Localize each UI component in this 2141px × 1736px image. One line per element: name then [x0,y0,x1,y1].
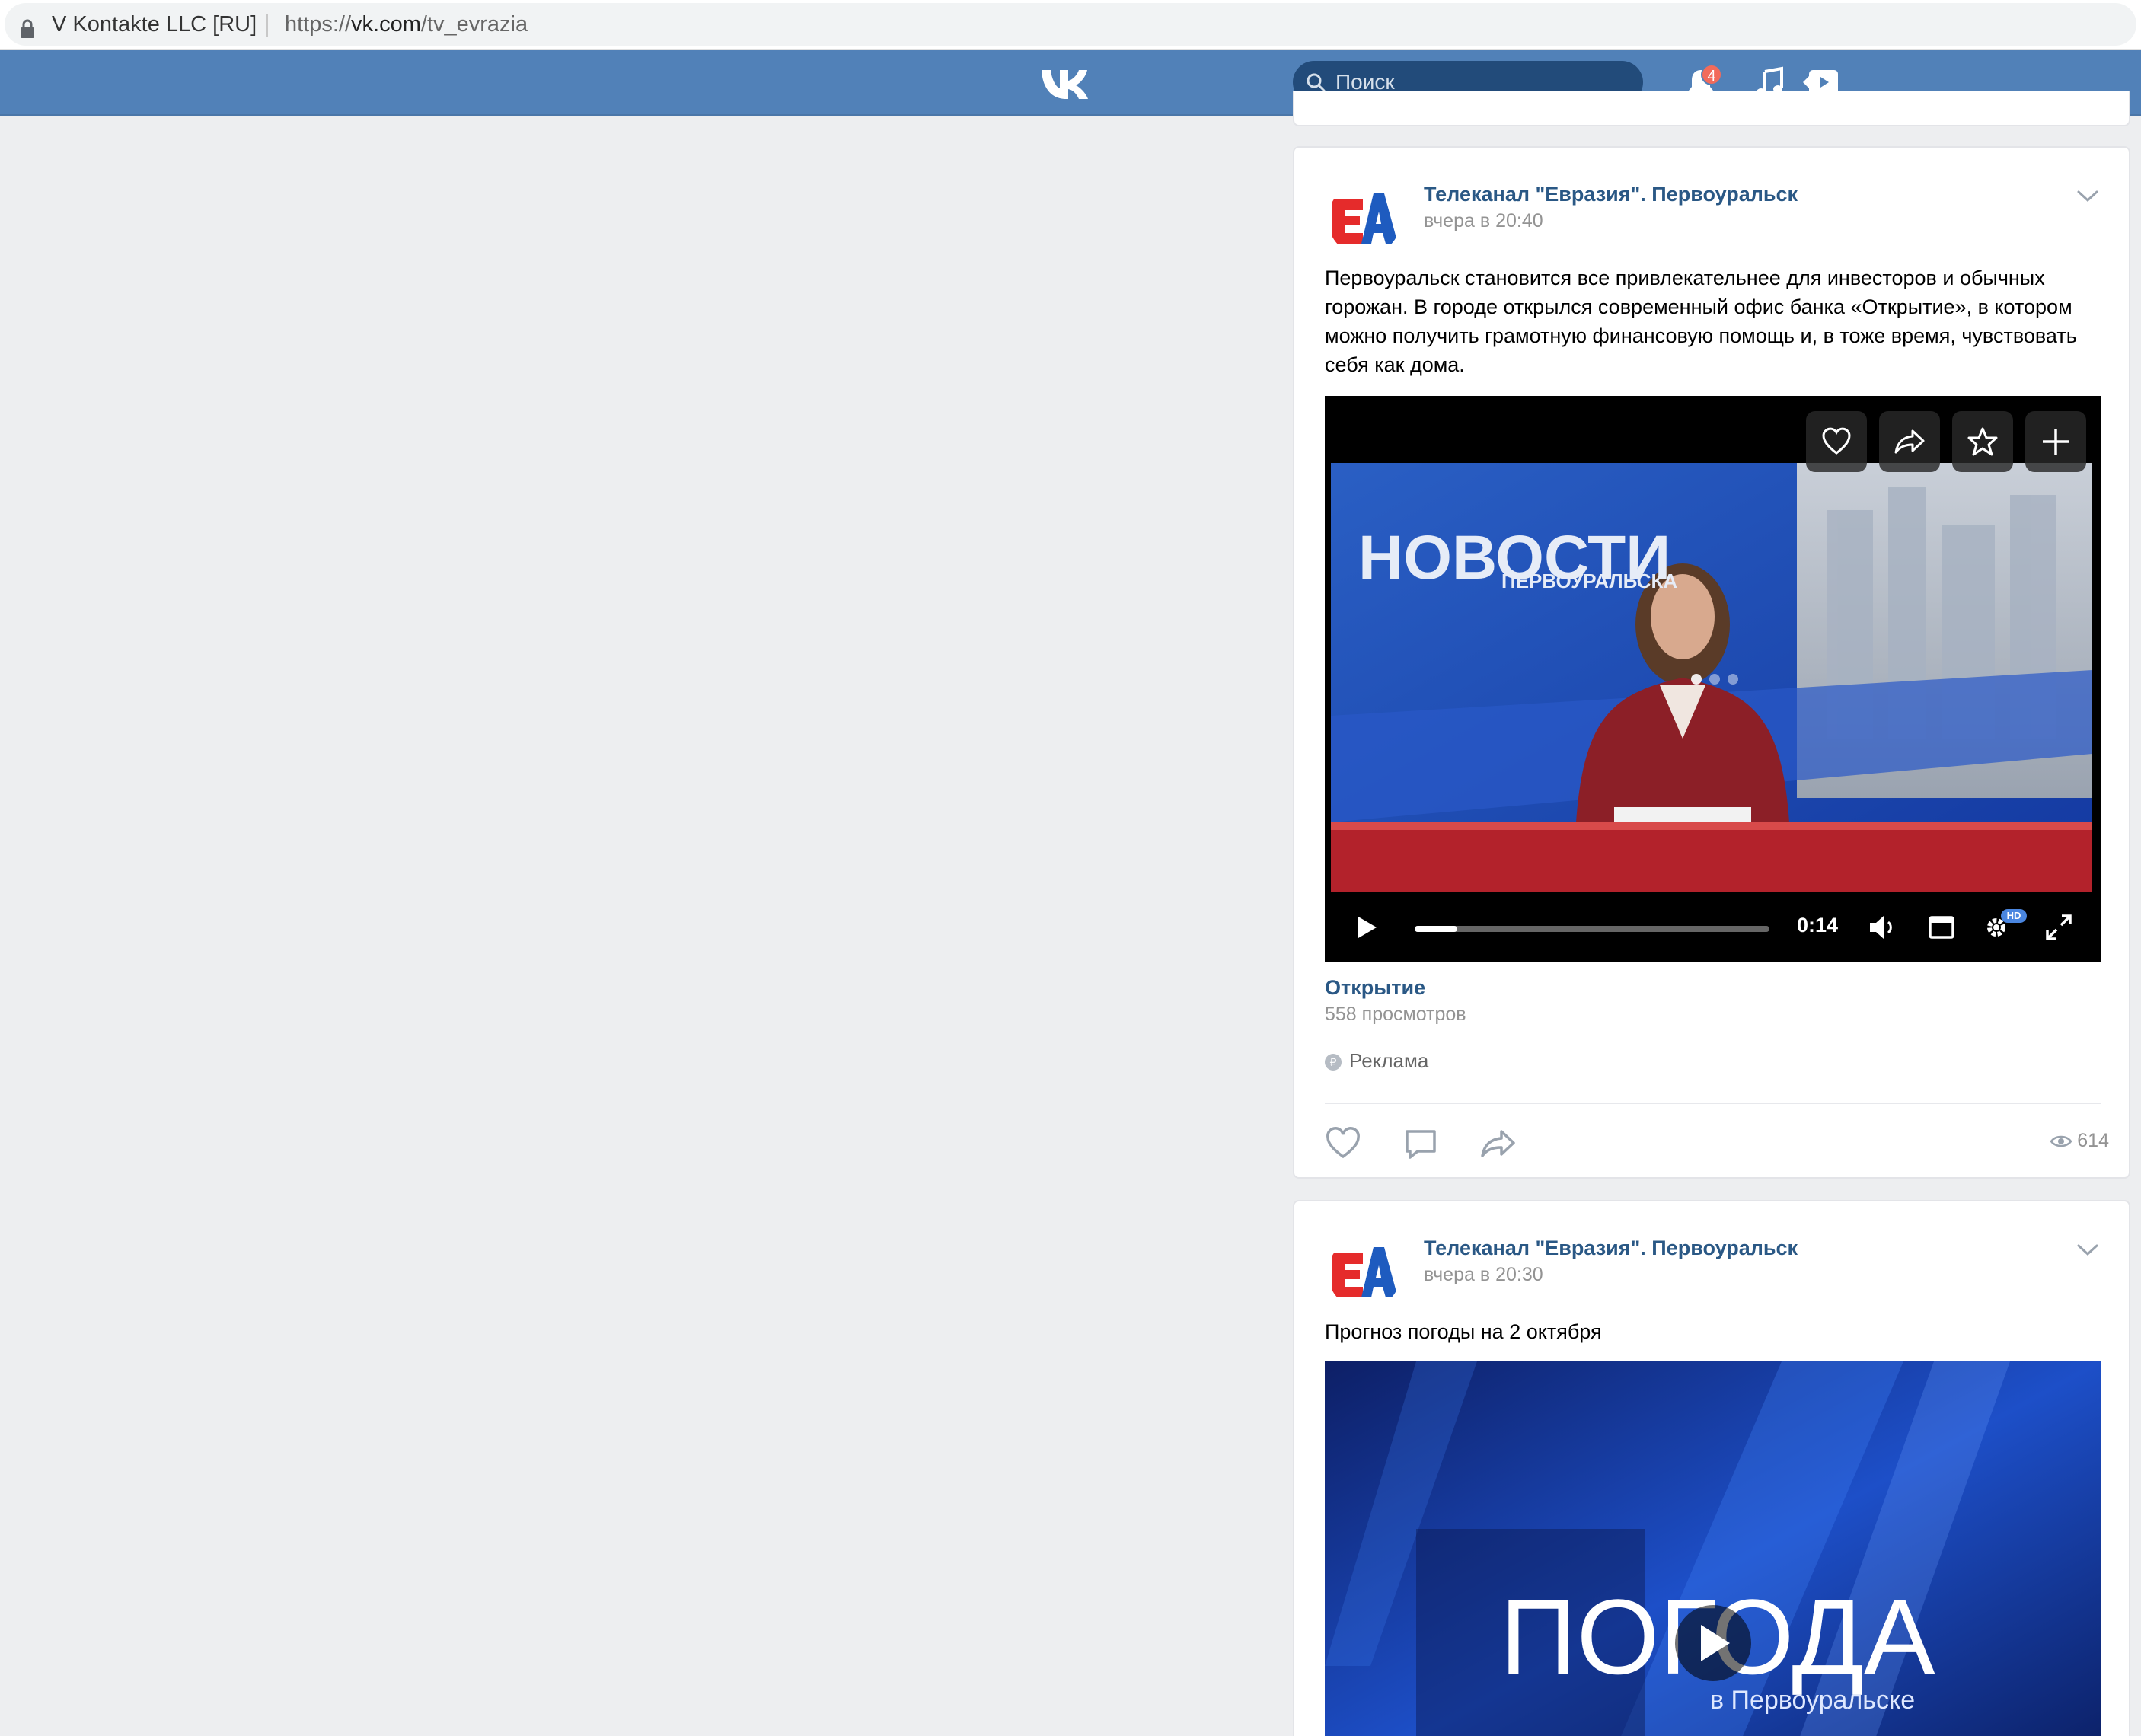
video-seek-bar[interactable] [1415,926,1769,932]
post-author[interactable]: Телеканал "Евразия". Первоуральск [1424,183,1798,206]
star-icon [1967,427,1998,456]
post-card: Телеканал "Евразия". Первоуральск вчера … [1293,146,2130,1179]
notification-badge: 4 [1701,64,1722,85]
fullscreen-icon[interactable] [2044,912,2074,943]
share-icon [1894,429,1925,454]
post-author[interactable]: Телеканал "Евразия". Первоуральск [1424,1237,1798,1260]
video-overlay-subtitle: в Первоуральске [1710,1686,1915,1715]
post-text: Первоуральск становится все привлекатель… [1325,266,2077,376]
channel-avatar[interactable] [1328,1237,1401,1310]
ad-label[interactable]: ₽ Реклама [1325,1049,1428,1073]
post-card: Телеканал "Евразия". Первоуральск вчера … [1293,1200,2130,1736]
lock-icon [21,19,34,38]
favorite-video-button[interactable] [1952,411,2013,472]
post-divider [1325,1103,2101,1104]
video-player[interactable]: НОВОСТИ ПЕРВОУРАЛЬСКА 0:14 HD [1325,396,2101,962]
url-text[interactable]: https://vk.com/tv_evrazia [285,12,528,37]
ad-label-text: Реклама [1349,1049,1429,1072]
search-icon [1307,73,1326,92]
comment-icon[interactable] [1402,1127,1439,1160]
post-time[interactable]: вчера в 20:30 [1424,1264,1543,1286]
video-views: 558 просмотров [1325,1004,1466,1025]
address-separator [266,14,268,37]
video-overlay-subtitle: ПЕРВОУРАЛЬСКА [1501,570,1677,592]
like-icon[interactable] [1325,1127,1361,1160]
address-field[interactable]: V Kontakte LLC [RU] https://vk.com/tv_ev… [5,3,2136,46]
video-frame: ПОГОДА в Первоуральске [1325,1361,2101,1736]
like-video-button[interactable] [1806,411,1867,472]
add-video-button[interactable] [2025,411,2086,472]
share-video-button[interactable] [1879,411,1940,472]
repost-icon[interactable] [1480,1127,1517,1160]
site-identity: V Kontakte LLC [RU] [52,12,257,37]
plus-icon [2043,429,2069,455]
volume-icon[interactable] [1867,912,1897,943]
hd-badge: HD [2001,909,2027,923]
post-view-count: 614 [2077,1130,2109,1151]
chevron-down-icon[interactable] [2076,189,2100,204]
mini-player-icon[interactable] [1926,912,1957,943]
video-player[interactable]: ПОГОДА в Первоуральске [1325,1361,2101,1736]
browser-address-bar: V Kontakte LLC [RU] https://vk.com/tv_ev… [0,0,2141,50]
ruble-icon: ₽ [1325,1054,1342,1071]
video-frame: НОВОСТИ ПЕРВОУРАЛЬСКА [1325,396,2101,962]
previous-post-card [1293,91,2130,126]
video-controls: 0:14 HD [1325,894,2101,962]
heart-icon [1822,427,1851,455]
post-actions: 614 [1325,1121,2109,1166]
channel-avatar[interactable] [1328,183,1401,256]
post-views: 614 [2050,1130,2109,1152]
play-icon[interactable] [1351,912,1381,943]
vk-logo-icon[interactable] [1040,65,1093,101]
video-title[interactable]: Открытие [1325,976,1425,1000]
eye-icon [2050,1135,2072,1147]
post-time[interactable]: вчера в 20:40 [1424,210,1543,232]
post-text: Прогноз погоды на 2 октября [1325,1320,1602,1343]
video-seek-progress [1415,926,1457,932]
chevron-down-icon[interactable] [2076,1243,2100,1258]
video-time: 0:14 [1797,914,1839,937]
